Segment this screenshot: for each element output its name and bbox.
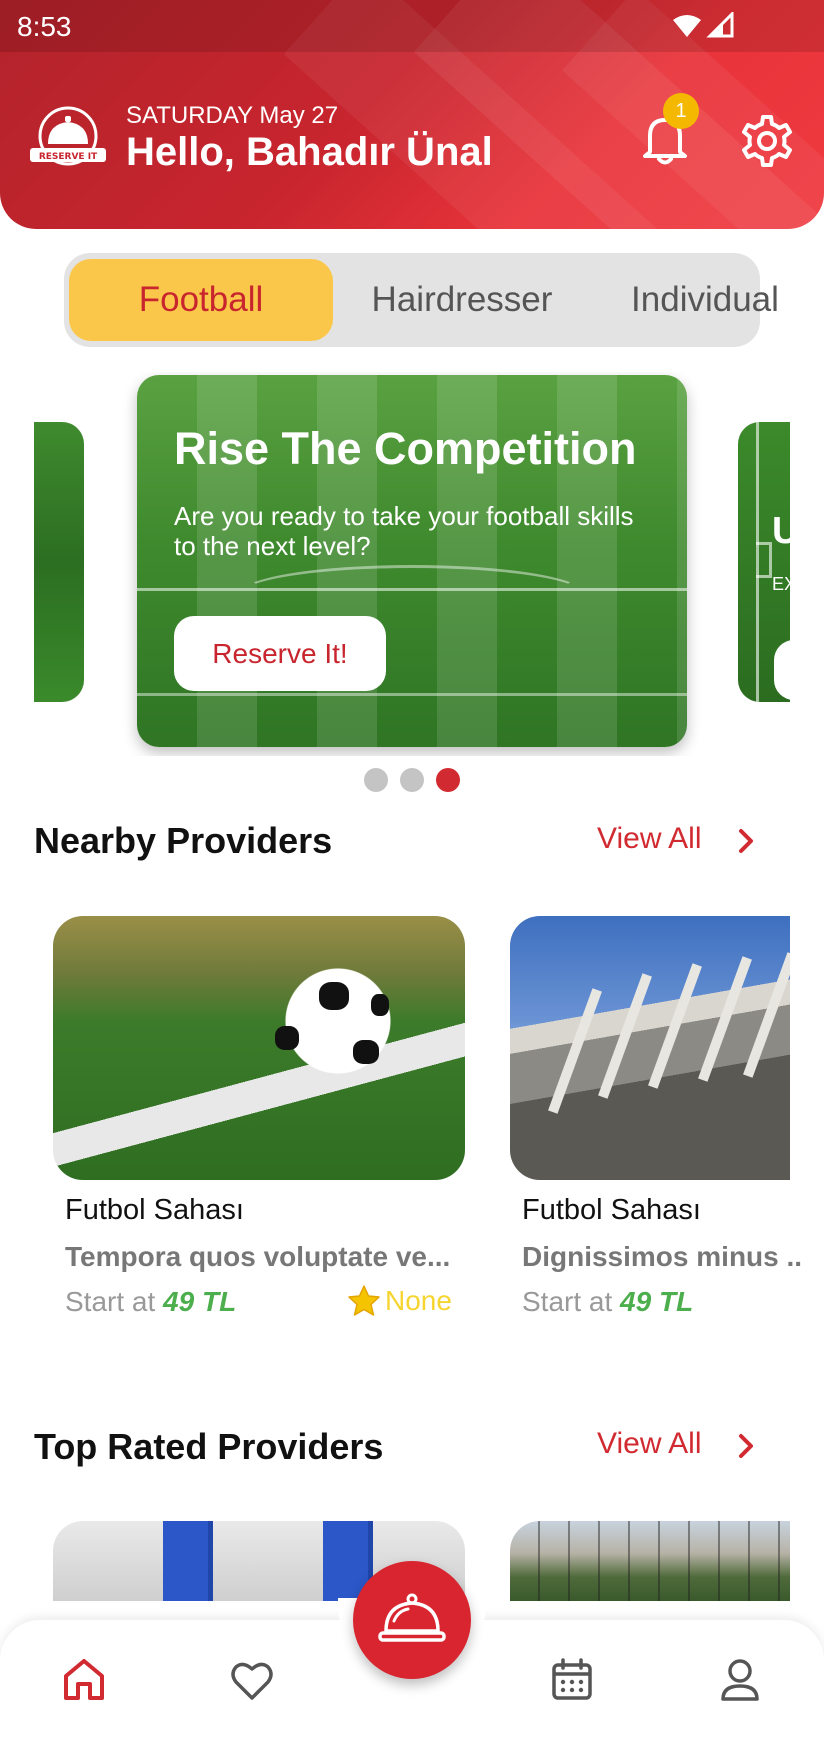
chevron-right-icon[interactable] bbox=[736, 826, 756, 856]
provider-image bbox=[53, 916, 465, 1180]
reserve-it-logo: RESERVE IT bbox=[30, 106, 106, 166]
provider-description: Dignissimos minus ... bbox=[522, 1241, 802, 1272]
settings-gear-icon[interactable] bbox=[740, 114, 794, 168]
provider-price: 49 TL bbox=[620, 1286, 694, 1317]
nearby-view-all-link[interactable]: View All bbox=[597, 822, 702, 856]
reserve-it-button[interactable]: Reserve It! bbox=[174, 616, 386, 691]
status-time: 8:53 bbox=[17, 11, 72, 42]
profile-icon[interactable] bbox=[716, 1656, 764, 1704]
logo-text: RESERVE IT bbox=[39, 152, 98, 162]
reserve-fab-button[interactable] bbox=[353, 1561, 471, 1679]
wifi-icon bbox=[673, 15, 701, 37]
app-header: 8:53 RESERVE IT SATURDAY May 27 Hello, B… bbox=[0, 0, 824, 229]
carousel-title: Rise The Competition bbox=[174, 423, 637, 474]
carousel-dot[interactable] bbox=[400, 768, 424, 792]
chevron-right-icon[interactable] bbox=[736, 1431, 756, 1461]
tab-hairdresser[interactable]: Hairdresser bbox=[334, 259, 590, 341]
tab-football[interactable]: Football bbox=[69, 259, 333, 341]
tab-individual[interactable]: Individual bbox=[592, 259, 818, 341]
current-date: SATURDAY May 27 bbox=[126, 102, 339, 129]
heart-icon[interactable] bbox=[228, 1656, 276, 1704]
next-card-title-fragment: U bbox=[772, 510, 790, 552]
signal-icon bbox=[706, 12, 734, 38]
home-icon[interactable] bbox=[60, 1656, 108, 1704]
provider-price: 49 TL bbox=[163, 1286, 237, 1317]
provider-name: Futbol Sahası bbox=[65, 1194, 244, 1226]
provider-rating-value: None bbox=[385, 1285, 452, 1316]
provider-rating: None bbox=[347, 1284, 452, 1318]
provider-name: Futbol Sahası bbox=[522, 1194, 701, 1226]
calendar-icon[interactable] bbox=[548, 1656, 596, 1704]
promo-carousel[interactable]: Rise The Competition Are you ready to ta… bbox=[34, 372, 790, 756]
top-rated-provider-image[interactable] bbox=[510, 1521, 790, 1601]
carousel-next-card[interactable]: U EX bbox=[738, 422, 790, 702]
notification-badge: 1 bbox=[663, 93, 699, 129]
carousel-indicator bbox=[364, 768, 460, 792]
provider-price-line: Start at 49 TL bbox=[522, 1286, 693, 1318]
top-rated-providers-title: Top Rated Providers bbox=[34, 1426, 384, 1467]
carousel-active-card[interactable]: Rise The Competition Are you ready to ta… bbox=[137, 375, 687, 747]
top-rated-view-all-link[interactable]: View All bbox=[597, 1427, 702, 1461]
price-prefix: Start at bbox=[65, 1286, 164, 1317]
status-bar: 8:53 bbox=[0, 0, 824, 52]
star-icon bbox=[348, 1285, 380, 1316]
provider-description: Tempora quos voluptate ve... bbox=[65, 1241, 451, 1272]
greeting-text: Hello, Bahadır Ünal bbox=[126, 130, 493, 174]
next-card-subtitle-fragment: EX bbox=[772, 574, 790, 594]
price-prefix: Start at bbox=[522, 1286, 621, 1317]
nearby-providers-title: Nearby Providers bbox=[34, 820, 333, 861]
provider-price-line: Start at 49 TL bbox=[65, 1286, 236, 1318]
provider-image bbox=[510, 916, 790, 1180]
carousel-subtitle: Are you ready to take your football skil… bbox=[174, 501, 634, 561]
carousel-dot-active[interactable] bbox=[436, 768, 460, 792]
carousel-dot[interactable] bbox=[364, 768, 388, 792]
category-tabs: Football Hairdresser Individual bbox=[64, 253, 779, 347]
reserve-bell-icon bbox=[378, 1593, 446, 1642]
carousel-prev-card[interactable] bbox=[34, 422, 84, 702]
